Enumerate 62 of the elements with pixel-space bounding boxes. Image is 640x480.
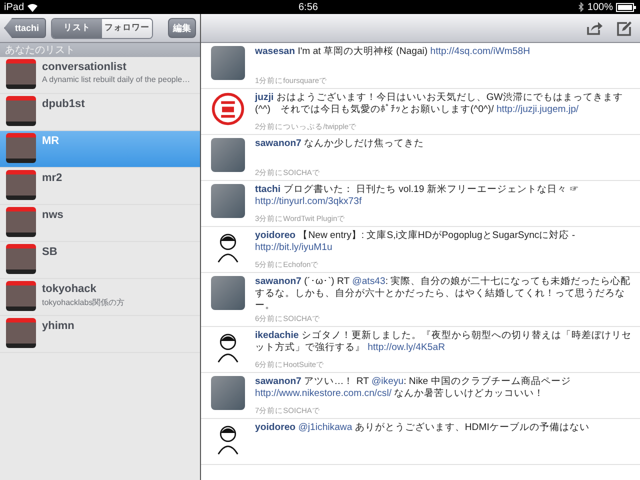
share-icon[interactable]: [587, 21, 603, 35]
tweet-text: ikedachie シゴタノ！更新しました。『夜型から朝型への切り替えは「時差ぼけリセット方式」で強行する』 http://ow.ly/4K5aR: [255, 330, 632, 354]
list-name: nws: [42, 209, 64, 221]
tweet-link[interactable]: http://www.nikestore.com.cn/csl/: [255, 388, 392, 399]
avatar-photo: [211, 184, 245, 218]
compose-icon[interactable]: [617, 20, 632, 36]
tweet-link[interactable]: @ikeyu: [371, 376, 404, 387]
list-name: dpub1st: [42, 98, 85, 110]
list-item[interactable]: dpub1st: [0, 94, 200, 131]
list-item[interactable]: conversationlist A dynamic list rebuilt daily of the people…: [0, 57, 200, 94]
device-name: iPad: [4, 2, 24, 12]
tweet-text: sawanon7 (´･ω･`) RT @ats43: 実際、自分の娘が二十七になっても未婚だったら心配するな。しかも、自分が六十とかだったら、はやく結婚してくれ！って思うだろなー。: [255, 276, 632, 312]
list-name: yhimn: [42, 320, 74, 332]
tweet-link[interactable]: @j1ichikawa: [298, 422, 352, 433]
tweet-link[interactable]: http://ow.ly/4K5aR: [368, 342, 445, 353]
tweet-text: yoidoreo @j1ichikawa ありがとうございます、HDMIケーブルの予備はない: [255, 422, 590, 434]
list-item[interactable]: tokyohack tokyohacklabs関係の方: [0, 279, 200, 316]
tweet-link[interactable]: http://juzji.jugem.jp/: [496, 104, 579, 115]
list-description: A dynamic list rebuilt daily of the people…: [42, 75, 190, 84]
tweet-text: sawanon7 アツい…！ RT @ikeyu: Nike 中国のクラブチーム商品ページ http://www.nikestore.com.cn/csl/ なんか暑苦しいけどカッコいい！: [255, 376, 572, 400]
battery-icon: [616, 2, 636, 12]
stamp-logo-icon: [211, 92, 245, 126]
list-item[interactable]: nws: [0, 205, 200, 242]
tweet-link[interactable]: @ats43: [352, 276, 386, 287]
segment-tab[interactable]: フォロワー: [102, 18, 152, 38]
tweet-link[interactable]: http://bit.ly/iyuM1u: [255, 242, 332, 253]
list-thumbnail-photo: [6, 207, 36, 237]
clock-time: 6:56: [298, 2, 318, 12]
list-description: tokyohacklabs関係の方: [42, 297, 125, 308]
list-item[interactable]: mr2: [0, 168, 200, 205]
tweet-link[interactable]: http://tinyurl.com/3qkx73f: [255, 196, 362, 207]
list-name: MR: [42, 135, 60, 147]
avatar-photo: [211, 46, 245, 80]
list-thumbnail-photo: [6, 96, 36, 126]
tweet-text: ttachi ブログ書いた： 日刊たち vol.19 新米フリーエージェントな日々 ☞ http://tinyurl.com/3qkx73f: [255, 184, 581, 208]
list-name: conversationlist: [42, 61, 128, 73]
list-name: tokyohack: [42, 283, 98, 295]
avatar-photo: [211, 276, 245, 310]
tweet-text: juzji おはようございます！今日はいいお天気だし、GW渋滞にでもはまってきます(^^) それでは今日も気愛のﾎﾟﾁｯとお願いします(^0^)/ http://juzji.jugem.jp/: [255, 92, 624, 116]
list-name: mr2: [42, 172, 62, 184]
back-button[interactable]: ttachi: [4, 18, 46, 38]
section-header: あなたのリスト: [0, 43, 200, 57]
list-item[interactable]: SB: [0, 242, 200, 279]
tweet-link[interactable]: http://4sq.com/iWm58H: [430, 46, 530, 57]
list-name: SB: [42, 246, 58, 258]
list-thumbnail-photo: [6, 59, 36, 89]
tweet-text: sawanon7 なんか少しだけ焦ってきた: [255, 138, 426, 150]
tweet-text: wasesan I'm at 草岡の大明神桜 (Nagai) http://4sq.com/iWm58H: [255, 46, 531, 58]
list-thumbnail-photo: [6, 318, 36, 348]
list-thumbnail-photo: [6, 281, 36, 311]
avatar-photo: [211, 138, 245, 172]
avatar-photo: [211, 376, 245, 410]
battery-percent: 100%: [587, 2, 613, 12]
wifi-icon: [27, 2, 38, 12]
bluetooth-icon: [578, 2, 584, 12]
list-thumbnail-photo: [6, 244, 36, 274]
tweet-text: yoidoreo 【New entry】: 文庫S,i文庫HDがPogoplugとSugarSyncに対応 - http://bit.ly/iyuM1u: [255, 230, 576, 254]
list-thumbnail-photo: [6, 133, 36, 163]
tweet-row[interactable]: yoidoreo @j1ichikawa ありがとうございます、HDMIケーブルの予備はない: [201, 419, 640, 465]
list-item[interactable]: yhimn: [0, 316, 200, 353]
list-thumbnail-photo: [6, 170, 36, 200]
edit-button[interactable]: 編集: [168, 18, 196, 38]
